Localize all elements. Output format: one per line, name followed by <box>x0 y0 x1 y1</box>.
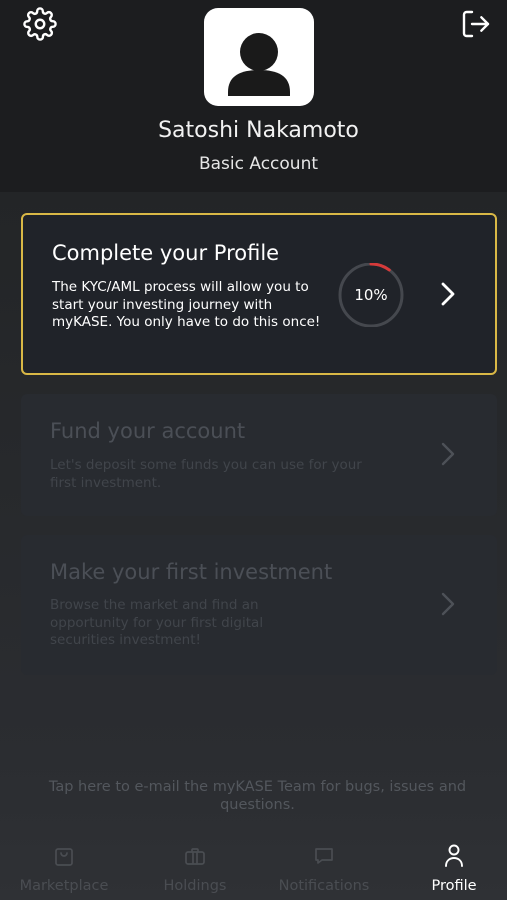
tab-label: Marketplace <box>19 878 109 894</box>
card-description: The KYC/AML process will allow you to st… <box>52 279 321 330</box>
tab-label: Notifications <box>278 878 370 894</box>
person-icon <box>442 838 466 868</box>
user-name: Satoshi Nakamoto <box>158 118 359 143</box>
card-description: Browse the market and find an opportunit… <box>50 597 264 648</box>
user-avatar-icon <box>228 33 290 96</box>
briefcase-icon <box>183 838 207 868</box>
progress-ring: 10% <box>336 262 406 328</box>
complete-profile-card[interactable]: Complete your Profile The KYC/AML proces… <box>21 213 497 375</box>
tab-notifications[interactable]: Notifications <box>270 838 378 900</box>
logout-button[interactable] <box>458 6 494 42</box>
email-team-link[interactable]: Tap here to e-mail the myKASE Team for b… <box>20 778 495 814</box>
progress-label: 10% <box>354 286 388 304</box>
tab-profile[interactable]: Profile <box>420 838 488 900</box>
tab-label: Holdings <box>163 878 227 894</box>
chat-bubble-icon <box>312 838 336 868</box>
bottom-tab-bar: Marketplace Holdings Notifications Profi… <box>0 838 507 900</box>
card-title: Make your first investment <box>50 560 333 584</box>
card-description: Let's deposit some funds you can use for… <box>50 457 362 491</box>
settings-button[interactable] <box>22 6 58 42</box>
tab-label: Profile <box>431 878 477 894</box>
chevron-right-icon <box>437 589 459 619</box>
account-type: Basic Account <box>198 154 319 174</box>
first-investment-card[interactable]: Make your first investment Browse the ma… <box>21 535 497 675</box>
tab-marketplace[interactable]: Marketplace <box>12 838 116 900</box>
fund-account-card[interactable]: Fund your account Let's deposit some fun… <box>21 394 497 516</box>
tab-holdings[interactable]: Holdings <box>150 838 240 900</box>
card-title: Fund your account <box>50 419 246 443</box>
chevron-right-icon <box>437 439 459 469</box>
card-title: Complete your Profile <box>52 241 280 265</box>
shopping-bag-icon <box>52 838 76 868</box>
gear-icon <box>23 7 57 41</box>
avatar[interactable] <box>204 8 314 106</box>
chevron-right-icon <box>437 279 459 309</box>
logout-icon <box>462 10 490 38</box>
